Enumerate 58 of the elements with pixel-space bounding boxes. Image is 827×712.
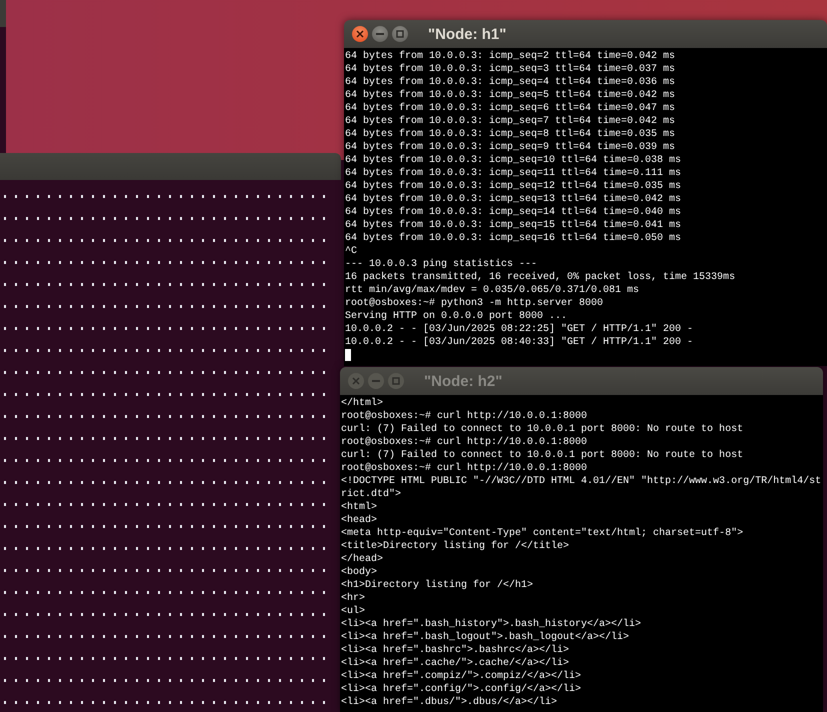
terminal-line: root@osboxes:~# curl http://10.0.0.1:8000 <box>341 462 588 475</box>
terminal-line: 64 bytes from 10.0.0.3: icmp_seq=7 ttl=64 time=0.042 ms <box>345 115 676 128</box>
close-button[interactable] <box>352 26 368 42</box>
terminal-line: 16 packets transmitted, 16 received, 0% packet loss, time 15339ms <box>345 271 736 284</box>
terminal-line: 64 bytes from 10.0.0.3: icmp_seq=8 ttl=64 time=0.035 ms <box>345 128 676 141</box>
terminal-line: <li><a href=".dbus/">.dbus/</a></li> <box>341 696 558 709</box>
terminal-line: curl: (7) Failed to connect to 10.0.0.1 port 8000: No route to host <box>341 423 744 436</box>
minimize-icon <box>372 380 380 382</box>
terminal-line: root@osboxes:~# curl http://10.0.0.1:8000 <box>341 436 588 449</box>
terminal-line: 64 bytes from 10.0.0.3: icmp_seq=4 ttl=64 time=0.036 ms <box>345 76 676 89</box>
terminal-line: 64 bytes from 10.0.0.3: icmp_seq=14 ttl=64 time=0.040 ms <box>345 206 682 219</box>
close-icon <box>356 30 364 38</box>
terminal-line: <li><a href=".bashrc">.bashrc</a></li> <box>341 644 570 657</box>
terminal-line: 64 bytes from 10.0.0.3: icmp_seq=13 ttl=64 time=0.042 ms <box>345 193 682 206</box>
terminal-line: rict.dtd"> <box>341 488 402 501</box>
terminal-line: rtt min/avg/max/mdev = 0.035/0.065/0.371/0.081 ms <box>345 284 640 297</box>
window-title: "Node: h1" <box>428 26 506 42</box>
maximize-icon <box>396 30 404 38</box>
terminal-line: <meta http-equiv="Content-Type" content="text/html; charset=utf-8"> <box>341 527 744 540</box>
minimize-button[interactable] <box>372 26 388 42</box>
terminal-line: 64 bytes from 10.0.0.3: icmp_seq=2 ttl=64 time=0.042 ms <box>345 50 676 63</box>
terminal-line: 10.0.0.2 - - [03/Jun/2025 08:22:25] "GET / HTTP/1.1" 200 - <box>345 323 694 336</box>
terminal-line: </head> <box>341 553 384 566</box>
terminal-line: 64 bytes from 10.0.0.3: icmp_seq=10 ttl=64 time=0.038 ms <box>345 154 682 167</box>
terminal-line: <h1>Directory listing for /</h1> <box>341 579 534 592</box>
terminal-line: <head> <box>341 514 378 527</box>
terminal-line: Serving HTTP on 0.0.0.0 port 8000 ... <box>345 310 568 323</box>
terminal-line: 64 bytes from 10.0.0.3: icmp_seq=16 ttl=64 time=0.050 ms <box>345 232 682 245</box>
terminal-line: <!DOCTYPE HTML PUBLIC "-//W3C//DTD HTML 4.01//EN" "http://www.w3.org/TR/html4/st <box>341 475 822 488</box>
terminal-line: <li><a href=".compiz/">.compiz/</a></li> <box>341 670 582 683</box>
terminal-line: --- 10.0.0.3 ping statistics --- <box>345 258 538 271</box>
terminal-line: <html> <box>341 501 378 514</box>
window-title: "Node: h2" <box>424 372 502 390</box>
terminal-line: <body> <box>341 566 378 579</box>
terminal-line: <li><a href=".cache/">.cache/</a></li> <box>341 657 570 670</box>
terminal-line: root@osboxes:~# curl http://10.0.0.1:8000 <box>341 410 588 423</box>
terminal-line: 64 bytes from 10.0.0.3: icmp_seq=15 ttl=64 time=0.041 ms <box>345 219 682 232</box>
terminal-line: <hr> <box>341 592 366 605</box>
terminal-line: <li><a href=".config/">.config/</a></li> <box>341 683 582 696</box>
terminal-line: 64 bytes from 10.0.0.3: icmp_seq=11 ttl=64 time=0.111 ms <box>345 167 682 180</box>
maximize-button[interactable] <box>392 26 408 42</box>
terminal-line: <li><a href=".bash_history">.bash_history</a></li> <box>341 618 642 631</box>
terminal-line: 64 bytes from 10.0.0.3: icmp_seq=3 ttl=64 time=0.037 ms <box>345 63 676 76</box>
terminal-line: 64 bytes from 10.0.0.3: icmp_seq=9 ttl=64 time=0.039 ms <box>345 141 676 154</box>
terminal-line: 64 bytes from 10.0.0.3: icmp_seq=5 ttl=64 time=0.042 ms <box>345 89 676 102</box>
maximize-icon <box>392 377 400 385</box>
terminal-line: curl: (7) Failed to connect to 10.0.0.1 port 8000: No route to host <box>341 449 744 462</box>
terminal-line: root@osboxes:~# python3 -m http.server 8000 <box>345 297 604 310</box>
terminal-line: 64 bytes from 10.0.0.3: icmp_seq=6 ttl=64 time=0.047 ms <box>345 102 676 115</box>
terminal-line: <ul> <box>341 605 366 618</box>
terminal-line: 10.0.0.2 - - [03/Jun/2025 08:40:33] "GET / HTTP/1.1" 200 - <box>345 336 694 349</box>
terminal-line: </html> <box>341 397 384 410</box>
close-icon <box>352 377 360 385</box>
terminal-line: ^C <box>345 245 358 258</box>
terminal-line: <title>Directory listing for /</title> <box>341 540 570 553</box>
minimize-icon <box>376 32 384 36</box>
terminal-line: <li><a href=".bash_logout">.bash_logout</a></li> <box>341 631 630 644</box>
terminal-line: 64 bytes from 10.0.0.3: icmp_seq=12 ttl=64 time=0.035 ms <box>345 180 682 193</box>
